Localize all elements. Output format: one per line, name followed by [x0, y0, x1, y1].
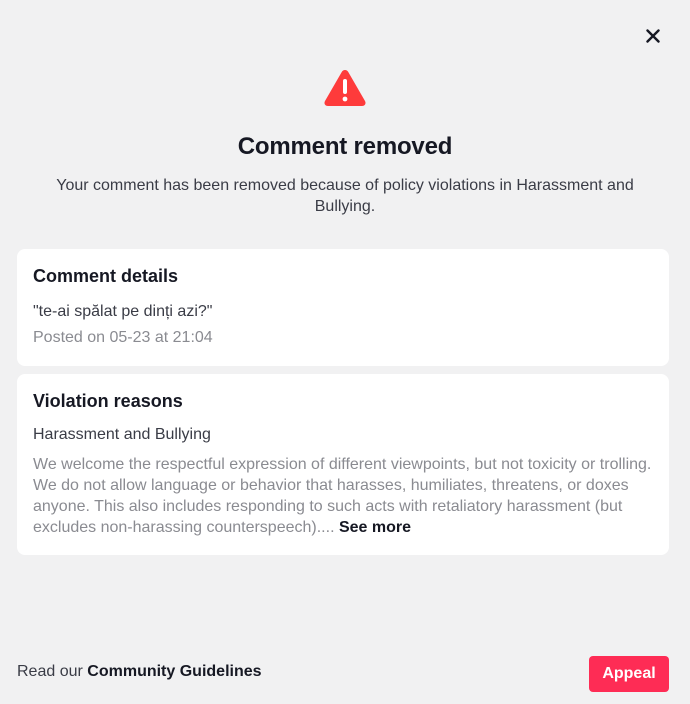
guidelines-prefix: Read our [17, 663, 83, 680]
violation-reasons-card: Violation reasons Harassment and Bullyin… [17, 374, 669, 555]
removal-header: Comment removed Your comment has been re… [0, 68, 690, 217]
close-button[interactable] [641, 24, 665, 48]
guidelines-footer: Read our Community Guidelines [17, 663, 262, 681]
warning-triangle-icon [324, 70, 366, 106]
comment-details-card: Comment details "te-ai spălat pe dinți a… [17, 249, 669, 366]
posted-timestamp: Posted on 05-23 at 21:04 [33, 329, 213, 346]
description-ellipsis: ... [321, 519, 335, 536]
page-title: Comment removed [237, 133, 453, 160]
comment-details-heading: Comment details [33, 266, 179, 286]
removal-explanation: Your comment has been removed because of… [56, 177, 634, 215]
close-icon [646, 29, 660, 43]
see-more-link[interactable]: See more [339, 519, 411, 536]
violation-reasons-heading: Violation reasons [33, 391, 183, 411]
violation-description: We welcome the respectful expression of … [33, 454, 653, 538]
community-guidelines-link[interactable]: Community Guidelines [87, 663, 261, 680]
violation-category: Harassment and Bullying [33, 426, 211, 443]
appeal-button[interactable]: Appeal [589, 656, 669, 692]
comment-text: "te-ai spălat pe dinți azi?" [33, 303, 213, 320]
